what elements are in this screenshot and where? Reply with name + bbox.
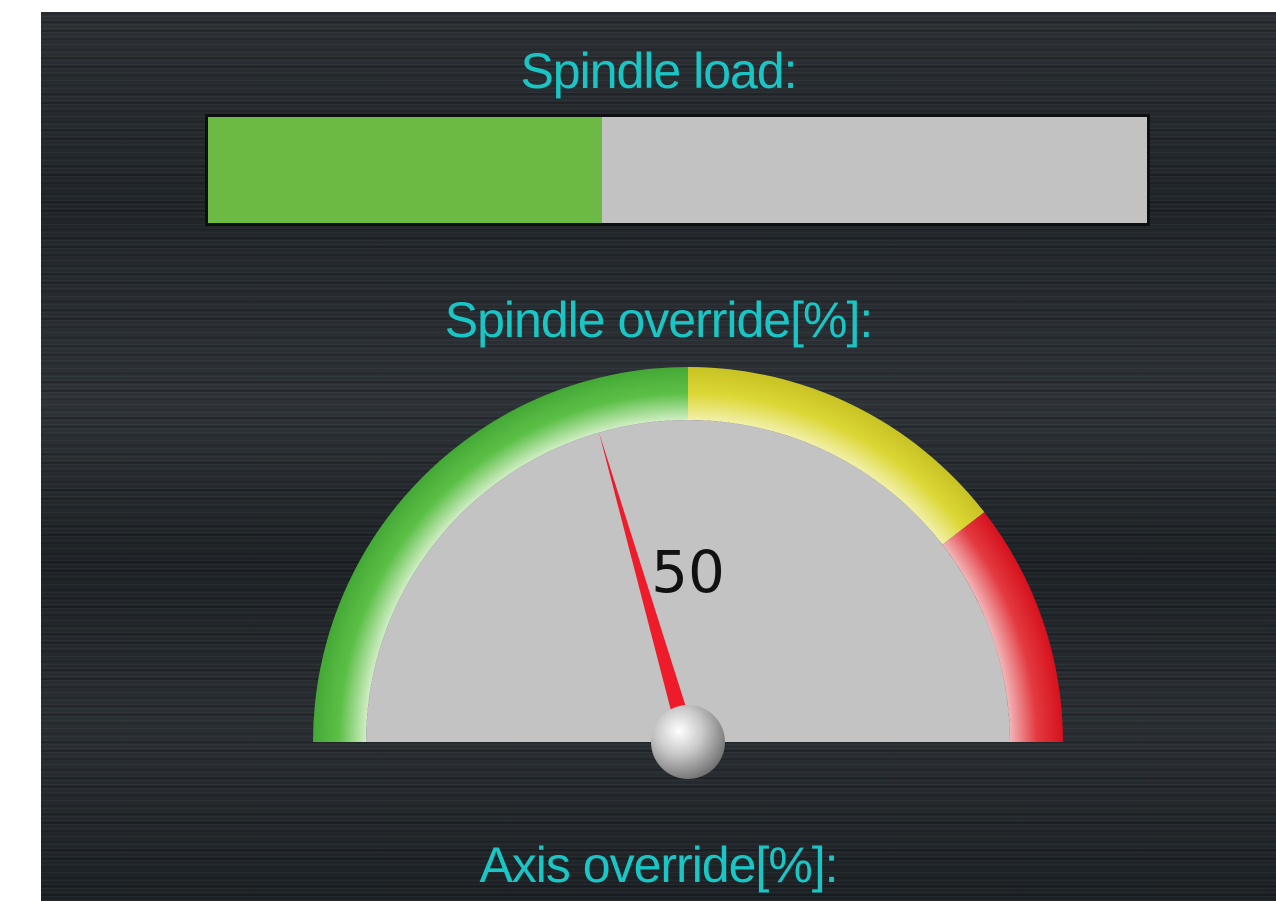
spindle-override-gauge: 50 (313, 367, 1063, 779)
spindle-override-value: 50 (651, 538, 725, 606)
gauge-needle-hub (651, 705, 725, 779)
machine-status-panel: Spindle load: Spindle override[%]: 50 Ax… (41, 12, 1276, 901)
axis-override-label: Axis override[%]: (479, 837, 838, 893)
